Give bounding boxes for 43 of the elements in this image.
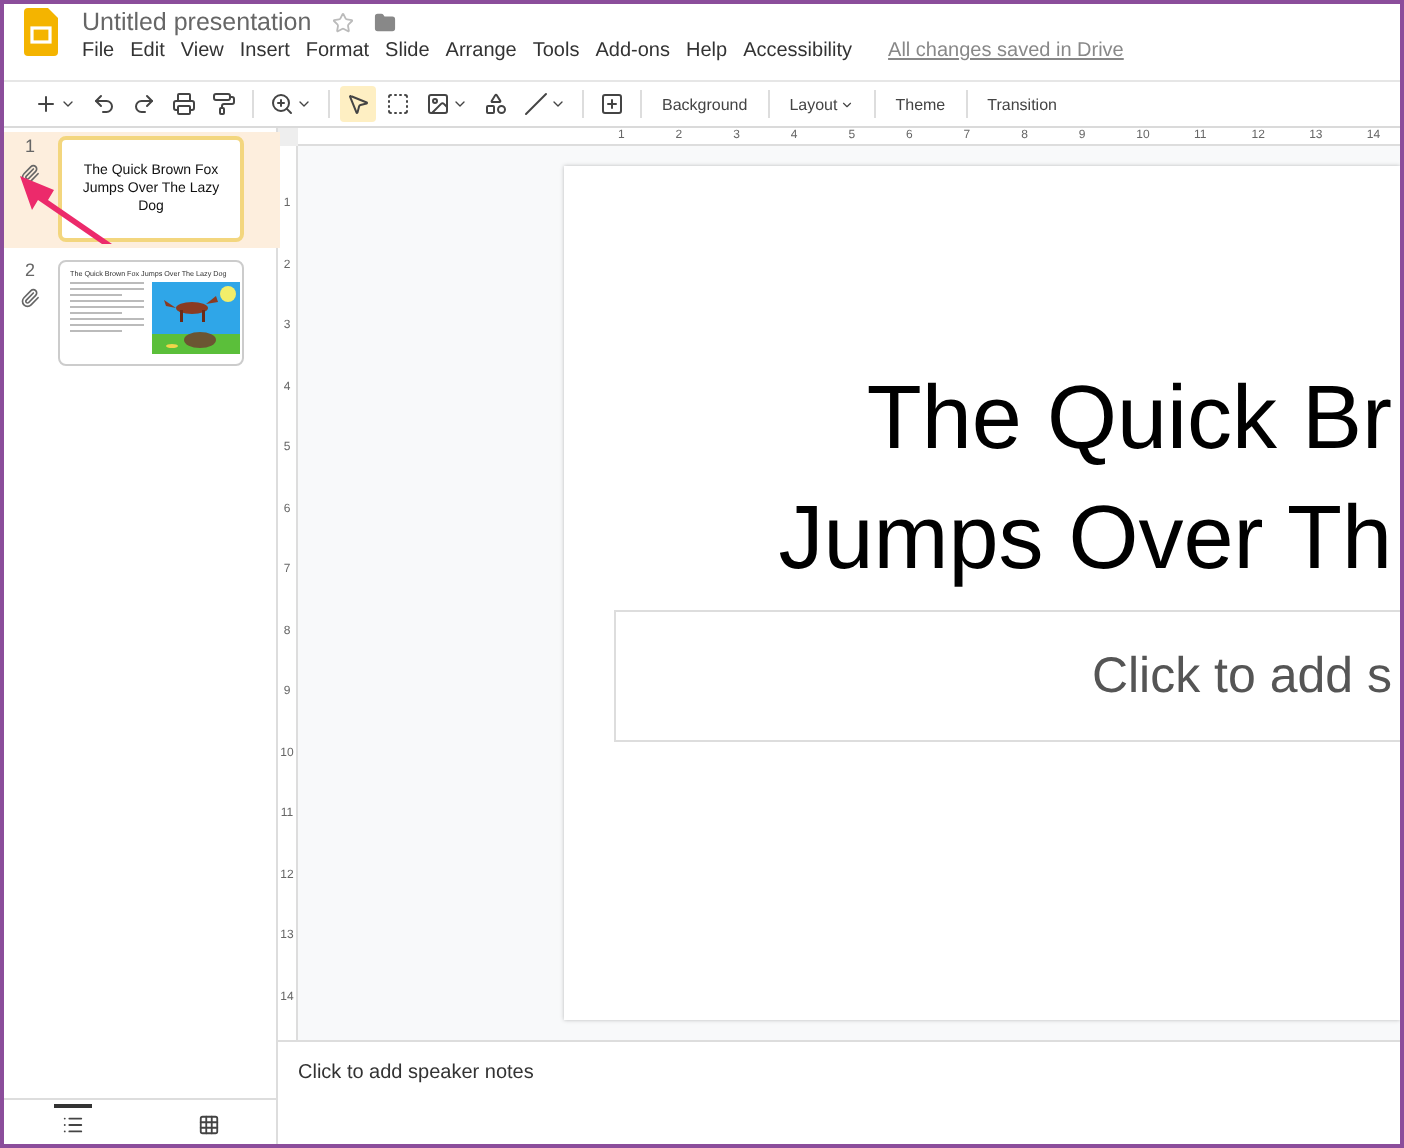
menu-item[interactable]: Format: [305, 40, 370, 62]
slide-number: 1: [24, 136, 35, 156]
menu-item[interactable]: Slide: [385, 40, 430, 62]
menu-item[interactable]: Accessibility: [743, 40, 853, 62]
select-icon: [346, 92, 370, 116]
document-title[interactable]: Untitled presentation: [82, 8, 312, 36]
paint-icon: [212, 92, 236, 116]
speaker-notes-field[interactable]: Click to add speaker notes: [278, 1040, 1400, 1144]
redo-icon: [132, 92, 156, 116]
slide-number: 2: [24, 260, 35, 280]
menu-item[interactable]: Tools: [532, 40, 580, 62]
select-tool-button[interactable]: [340, 86, 376, 122]
line-icon: [524, 92, 548, 116]
menu-item[interactable]: View: [180, 40, 224, 62]
paperclip-icon[interactable]: [20, 164, 40, 184]
menu-item[interactable]: Edit: [130, 40, 165, 62]
slide-title[interactable]: Jumps Over Th: [778, 478, 1392, 598]
toolbar-button[interactable]: Layout: [779, 86, 864, 122]
text-lines-drawing: [70, 282, 146, 334]
toolbar-button[interactable]: Background: [652, 86, 758, 122]
slide-title[interactable]: The Quick Br: [866, 358, 1392, 478]
undo-icon: [92, 92, 116, 116]
toolbar-button[interactable]: Theme: [885, 86, 956, 122]
toolbar-button[interactable]: Transition: [977, 86, 1067, 122]
menu-item[interactable]: Arrange: [445, 40, 517, 62]
save-status-link[interactable]: All changes saved in Drive: [888, 40, 1124, 62]
slide-canvas[interactable]: The Quick Br Jumps Over Th Click to add s: [564, 166, 1400, 1020]
folder-icon[interactable]: [373, 11, 396, 33]
grid-icon: [197, 1113, 219, 1135]
menu-item[interactable]: Insert: [239, 40, 290, 62]
shape-icon: [484, 92, 508, 116]
star-icon[interactable]: [331, 11, 354, 33]
print-icon: [172, 92, 196, 116]
comment-icon: [600, 92, 624, 116]
image-icon: [426, 92, 450, 116]
menu-item[interactable]: Add-ons: [595, 40, 670, 62]
menu-item[interactable]: Help: [685, 40, 728, 62]
zoom-icon: [270, 92, 294, 116]
new-icon: [34, 92, 58, 116]
menu-item[interactable]: File: [82, 40, 115, 62]
subtitle-placeholder[interactable]: Click to add s: [614, 610, 1400, 742]
paperclip-icon[interactable]: [20, 288, 40, 308]
textbox-icon: [386, 92, 410, 116]
